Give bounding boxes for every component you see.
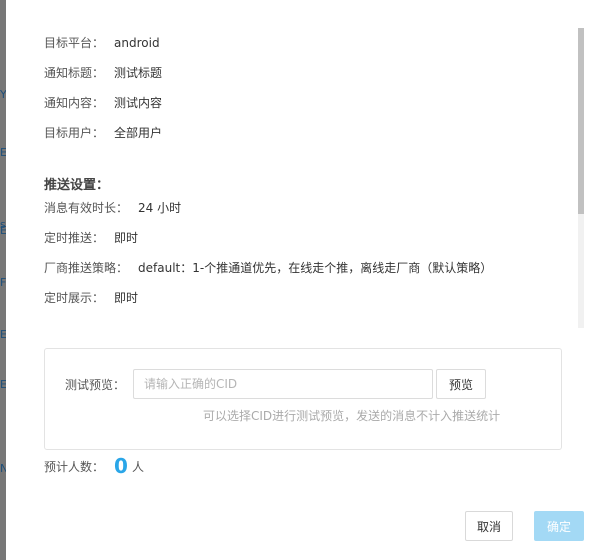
confirm-button[interactable]: 确定 bbox=[534, 511, 584, 541]
setting-row-scheduled-push: 定时推送： 即时 bbox=[44, 229, 138, 247]
push-confirm-dialog: 目标平台： android 通知标题： 测试标题 通知内容： 测试内容 目标用户： 全部… bbox=[6, 0, 604, 560]
dialog-scrollbar[interactable] bbox=[578, 28, 584, 328]
setting-row-vendor-strategy: 厂商推送策略： default：1-个推通道优先，在线走个推，离线走厂商（默认策略… bbox=[44, 259, 492, 277]
cancel-button[interactable]: 取消 bbox=[465, 511, 513, 541]
detail-row-target-users: 目标用户： 全部用户 bbox=[44, 124, 162, 142]
preview-button[interactable]: 预览 bbox=[436, 369, 486, 399]
detail-row-platform: 目标平台： android bbox=[44, 34, 160, 52]
content-value: 测试内容 bbox=[114, 96, 163, 110]
detail-row-content: 通知内容： 测试内容 bbox=[44, 94, 162, 112]
ttl-label: 消息有效时长： bbox=[44, 201, 129, 215]
setting-row-scheduled-display: 定时展示： 即时 bbox=[44, 289, 138, 307]
vendor-strategy-label: 厂商推送策略： bbox=[44, 261, 129, 275]
target-users-value: 全部用户 bbox=[114, 126, 163, 140]
ttl-value: 24 小时 bbox=[138, 201, 182, 215]
estimate-unit: 人 bbox=[131, 460, 144, 474]
preview-hint: 可以选择CID进行测试预览，发送的消息不计入推送统计 bbox=[203, 409, 501, 423]
estimate-count: 0 bbox=[114, 454, 128, 478]
test-preview-label: 测试预览： bbox=[65, 378, 126, 392]
platform-label: 目标平台： bbox=[44, 36, 105, 50]
content-label: 通知内容： bbox=[44, 96, 105, 110]
vendor-strategy-value: default：1-个推通道优先，在线走个推，离线走厂商（默认策略） bbox=[138, 261, 493, 275]
estimate-label: 预计人数： bbox=[44, 460, 105, 474]
target-users-label: 目标用户： bbox=[44, 126, 105, 140]
test-preview-panel: 测试预览： 预览 可以选择CID进行测试预览，发送的消息不计入推送统计 bbox=[44, 348, 562, 450]
platform-value: android bbox=[114, 36, 160, 50]
scheduled-display-label: 定时展示： bbox=[44, 291, 105, 305]
scheduled-push-label: 定时推送： bbox=[44, 231, 105, 245]
cid-input[interactable] bbox=[133, 369, 433, 399]
scheduled-display-value: 即时 bbox=[114, 291, 139, 305]
title-value: 测试标题 bbox=[114, 66, 163, 80]
estimated-audience: 预计人数： 0 人 bbox=[44, 454, 144, 478]
scheduled-push-value: 即时 bbox=[114, 231, 139, 245]
push-settings-title: 推送设置： bbox=[44, 178, 110, 193]
title-label: 通知标题： bbox=[44, 66, 105, 80]
detail-row-title: 通知标题： 测试标题 bbox=[44, 64, 162, 82]
scrollbar-thumb[interactable] bbox=[578, 28, 584, 214]
setting-row-ttl: 消息有效时长： 24 小时 bbox=[44, 199, 181, 217]
